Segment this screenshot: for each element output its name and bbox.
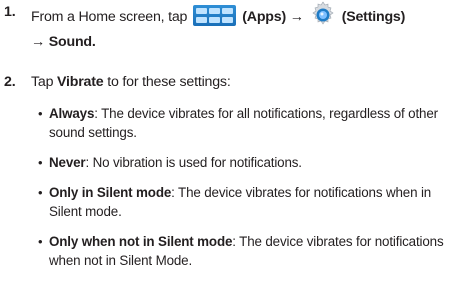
bullet-line-1: Only when not in Silent mode: The device… — [49, 232, 444, 252]
period: . — [91, 34, 96, 50]
bullet-line-2: Silent mode. — [49, 204, 122, 219]
bullet-line-1: Always: The device vibrates for all noti… — [49, 104, 438, 124]
bullet-text: : The device vibrates for notifications — [232, 234, 444, 249]
step-2-suffix: to for these settings: — [103, 74, 231, 90]
vibrate-label: Vibrate — [57, 74, 104, 90]
bullet-text: : No vibration is used for notifications… — [85, 155, 302, 170]
bullet-term: Only when not in Silent mode — [49, 234, 233, 249]
step-1-prefix: From a Home screen, tap — [31, 8, 188, 25]
apps-label: (Apps) → — [242, 8, 304, 25]
bullet-dot: • — [38, 106, 43, 121]
apps-grid-icon — [193, 4, 237, 26]
arrow: → — [31, 34, 45, 50]
settings-label: (Settings) — [341, 8, 406, 25]
bullet-text: : The device vibrates for notifications … — [171, 185, 432, 200]
bullet-dot: • — [38, 234, 43, 249]
bullet-term: Only in Silent mode — [49, 185, 172, 200]
bullet-term: Never — [49, 155, 86, 170]
step-2-line: Tap Vibrate to for these settings: — [31, 72, 231, 92]
step-number: 2. — [4, 74, 16, 90]
step-1-line-1: From a Home screen, tap (Apps) → (Setting… — [31, 1, 406, 32]
bullet-dot: • — [38, 185, 43, 200]
bullet-line-1: Never: No vibration is used for notifica… — [49, 153, 302, 173]
step-1-line-2: → Sound. — [31, 32, 96, 52]
step-2-prefix: Tap — [31, 74, 58, 90]
bullet-line-2: sound settings. — [49, 125, 137, 140]
bullet-text: : The device vibrates for all notificati… — [94, 106, 438, 121]
bullet-dot: • — [38, 155, 43, 170]
step-number: 1. — [4, 4, 16, 20]
bullet-term: Always — [49, 106, 95, 121]
bullet-line-1: Only in Silent mode: The device vibrates… — [49, 183, 431, 203]
sound-label: Sound — [48, 34, 92, 50]
gear-icon — [312, 1, 334, 25]
bullet-line-2: when not in Silent Mode. — [49, 253, 193, 268]
